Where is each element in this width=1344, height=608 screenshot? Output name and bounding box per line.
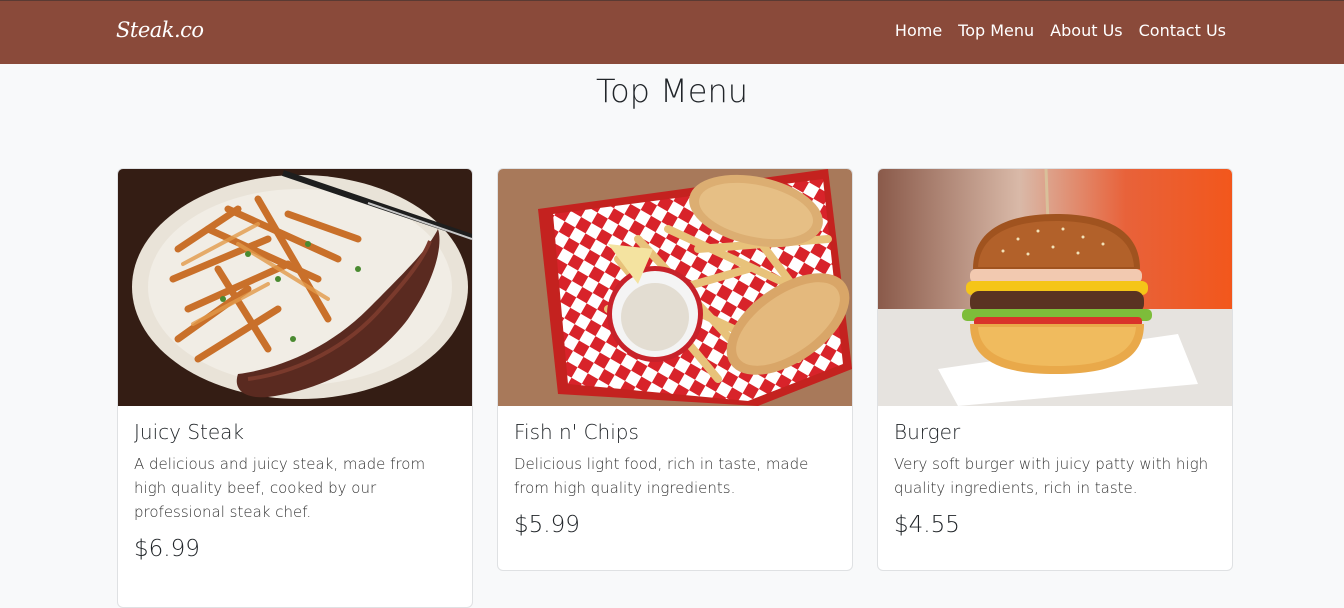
card-price: $5.99 [514, 512, 580, 538]
navbar: Steak.co Home Top Menu About Us Contact … [0, 0, 1344, 64]
nav-link-top-menu[interactable]: Top Menu [958, 21, 1034, 40]
nav-link-home[interactable]: Home [895, 21, 942, 40]
card-body: Fish n' Chips Delicious light food, rich… [498, 406, 852, 538]
brand-logo[interactable]: Steak.co [116, 18, 204, 42]
steak-image [118, 169, 472, 406]
card-title: Fish n' Chips [514, 420, 639, 444]
card-body: Juicy Steak A delicious and juicy steak,… [118, 406, 472, 562]
nav-link-about-us[interactable]: About Us [1050, 21, 1122, 40]
menu-card-juicy-steak[interactable]: Juicy Steak A delicious and juicy steak,… [117, 168, 473, 608]
card-description: A delicious and juicy steak, made from h… [134, 455, 426, 521]
page-title: Top Menu [595, 72, 749, 110]
menu-card-burger[interactable]: Burger Very soft burger with juicy patty… [877, 168, 1233, 571]
menu-card-fish-n-chips[interactable]: Fish n' Chips Delicious light food, rich… [497, 168, 853, 571]
card-price: $4.55 [894, 512, 960, 538]
fish-n-chips-image [498, 169, 852, 406]
burger-image [878, 169, 1232, 406]
card-title: Burger [894, 420, 961, 444]
card-description: Very soft burger with juicy patty with h… [894, 455, 1209, 497]
card-body: Burger Very soft burger with juicy patty… [878, 406, 1232, 538]
card-price: $6.99 [134, 536, 200, 562]
nav-link-contact-us[interactable]: Contact Us [1139, 21, 1226, 40]
card-description: Delicious light food, rich in taste, mad… [514, 455, 809, 497]
card-title: Juicy Steak [134, 420, 244, 444]
nav-menu: Home Top Menu About Us Contact Us [895, 21, 1226, 40]
